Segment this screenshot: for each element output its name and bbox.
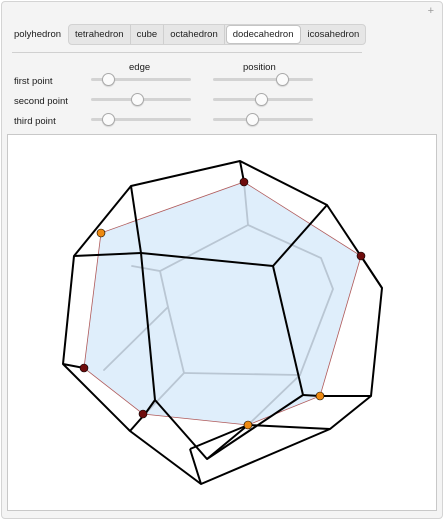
point-lower-right [315,391,325,401]
first-point-position-slider[interactable] [213,73,313,86]
first-point-label: first point [14,76,53,87]
second-point-label: second point [14,96,68,107]
third-point-edge-slider[interactable] [91,113,191,126]
tab-cube[interactable]: cube [131,25,165,44]
second-point-edge-slider[interactable] [91,93,191,106]
tab-octahedron[interactable]: octahedron [164,25,225,44]
third-point-position-thumb[interactable] [246,113,260,126]
tab-dodecahedron[interactable]: dodecahedron [225,25,301,44]
point-left [79,363,89,373]
first-point-edge-slider[interactable] [91,73,191,86]
dodecahedron-graphic[interactable] [8,135,436,510]
point-lower-left [138,409,148,419]
tab-icosahedron[interactable]: icosahedron [302,25,366,44]
first-point-position-thumb[interactable] [276,73,290,86]
divider [12,52,362,53]
edge-column-header: edge [129,62,151,73]
point-right [356,251,366,261]
point-top [239,177,249,187]
polyhedron-label: polyhedron [14,29,62,40]
point-bottom [243,420,253,430]
tab-tetrahedron[interactable]: tetrahedron [69,25,131,44]
third-point-edge-thumb[interactable] [101,113,115,126]
add-icon[interactable]: + [428,5,434,17]
point-upper-left [96,228,106,238]
first-point-edge-thumb[interactable] [101,73,115,86]
third-point-label: third point [14,116,56,127]
third-point-position-slider[interactable] [213,113,313,126]
second-point-position-slider[interactable] [213,93,313,106]
second-point-position-thumb[interactable] [255,93,269,106]
cross-section-face [83,181,362,426]
polyhedron-view[interactable] [7,134,437,511]
position-column-header: position [243,62,276,73]
polyhedron-selector: tetrahedron cube octahedron dodecahedron… [68,24,367,45]
second-point-edge-thumb[interactable] [130,93,144,106]
